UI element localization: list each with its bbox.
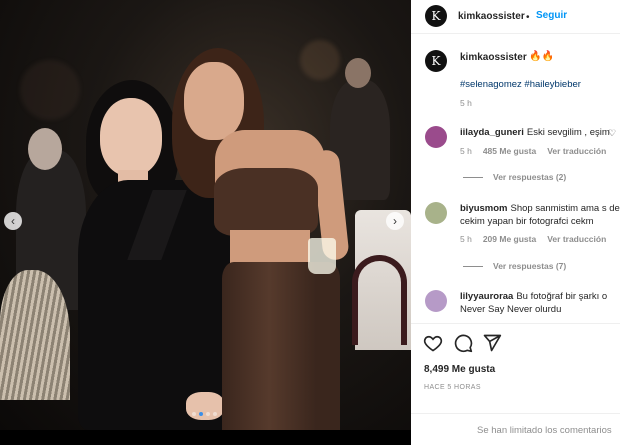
comment-likes[interactable]: 209 Me gusta <box>483 234 536 244</box>
comment-text: iilayda_guneri Eski sevgilim , eşim <box>460 126 620 139</box>
carousel-dot <box>213 412 217 416</box>
comment-icon[interactable] <box>453 333 473 353</box>
caption-avatar[interactable]: K <box>425 50 447 72</box>
comment-translate[interactable]: Ver traducción <box>547 234 606 244</box>
background-person-head <box>345 58 371 88</box>
person-right-bandeau-top <box>214 168 318 236</box>
share-icon[interactable] <box>482 333 502 353</box>
caption-hashtags[interactable]: #selenagomez #haileybieber <box>460 79 581 90</box>
comment-text: biyusmom Shop sanmistim ama s de cekim ya… <box>460 202 620 228</box>
heart-icon[interactable] <box>423 333 443 353</box>
post-actions: 8,499 Me gusta HACE 5 HORAS <box>411 323 620 403</box>
chevron-left-icon[interactable]: ‹ <box>4 212 22 230</box>
comment-username[interactable]: lilyyauroraa <box>460 291 513 302</box>
comment-meta: 5 h 209 Me gusta Ver traducción <box>460 234 617 244</box>
champagne-glass <box>308 238 336 274</box>
comment-body: Eski sevgilim , eşim <box>526 127 610 138</box>
follow-button[interactable]: Seguir <box>536 10 567 21</box>
comment-time: 5 h <box>460 234 472 244</box>
post-side-panel: K kimkaossister • Seguir K kimkaossister… <box>411 0 620 445</box>
like-count[interactable]: 8,499 Me gusta <box>424 364 495 375</box>
carousel-dots <box>192 412 217 416</box>
comment-avatar[interactable] <box>425 126 447 148</box>
photo-bottom-strip <box>0 430 411 445</box>
post-timestamp: HACE 5 HORAS <box>424 384 481 391</box>
follow-separator: • <box>526 12 530 23</box>
comment-username[interactable]: iilayda_guneri <box>460 127 524 138</box>
comment-meta: 5 h 485 Me gusta Ver traducción <box>460 146 617 156</box>
fringe-dress <box>0 270 70 400</box>
view-replies-label: Ver respuestas (7) <box>493 261 567 271</box>
comment-heart-icon[interactable]: ♡ <box>608 128 616 139</box>
post-username[interactable]: kimkaossister <box>458 11 525 22</box>
comments-limited-notice: Se han limitado los comentarios <box>411 413 620 445</box>
chair <box>352 255 407 345</box>
caption-time: 5 h <box>460 98 472 108</box>
carousel-dot <box>192 412 196 416</box>
view-replies-button[interactable]: Ver respuestas (2) <box>463 172 566 182</box>
comment-translate[interactable]: Ver traducción <box>547 146 606 156</box>
comment-time: 5 h <box>460 146 472 156</box>
post-photo[interactable]: ‹ › <box>0 0 411 430</box>
carousel-dot <box>206 412 210 416</box>
replies-line <box>463 176 483 178</box>
view-replies-button[interactable]: Ver respuestas (7) <box>463 261 566 271</box>
person-right-face <box>184 62 244 140</box>
background-person-head <box>28 128 62 170</box>
replies-line <box>463 265 483 267</box>
avatar[interactable]: K <box>425 5 447 27</box>
carousel-dot <box>199 412 203 416</box>
comment-text: lilyyauroraa Bu fotoğraf bir şarkı o Neve… <box>460 290 620 316</box>
chevron-right-icon[interactable]: › <box>386 212 404 230</box>
person-right-skirt <box>222 262 340 430</box>
view-replies-label: Ver respuestas (2) <box>493 172 567 182</box>
post-header: K kimkaossister • Seguir <box>411 0 620 34</box>
bokeh-light <box>300 40 340 80</box>
comment-likes[interactable]: 485 Me gusta <box>483 146 536 156</box>
caption-emoji: 🔥🔥 <box>529 51 554 62</box>
bokeh-light <box>20 60 80 120</box>
comment-avatar[interactable] <box>425 202 447 224</box>
comment-avatar[interactable] <box>425 290 447 312</box>
caption-username[interactable]: kimkaossister <box>460 52 527 63</box>
person-left-face <box>100 98 162 176</box>
comment-username[interactable]: biyusmom <box>460 203 508 214</box>
